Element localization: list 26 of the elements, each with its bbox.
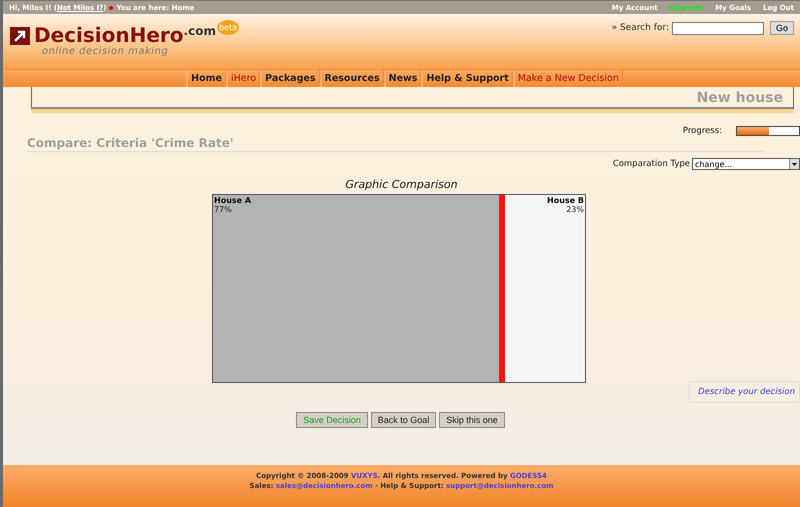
progress-bar — [736, 126, 800, 136]
comparison-type-label: Comparation Type — [612, 159, 690, 169]
logo-suffix: .com — [184, 24, 216, 38]
arrow-logo-icon — [10, 27, 30, 45]
page-title: New house — [696, 90, 784, 107]
describe-decision-link[interactable]: Describe your decision — [689, 381, 800, 403]
option-percent: 23% — [565, 205, 585, 214]
search-field[interactable] — [672, 22, 764, 34]
option-percent: 77% — [213, 205, 233, 214]
beta-badge: beta — [216, 20, 239, 35]
button[interactable]: Skip this one — [439, 412, 505, 428]
tagline: online decision making — [42, 46, 170, 57]
search-label: » Search for: — [612, 23, 669, 33]
logo-text: DecisionHero — [34, 24, 184, 46]
chart-title: Graphic Comparison — [344, 178, 459, 191]
section-heading: Compare: Criteria 'Crime Rate' — [27, 136, 764, 152]
save-button[interactable]: Save Decision — [296, 412, 368, 428]
caret-icon — [789, 159, 799, 169]
progress-label: Progress: — [682, 126, 722, 136]
divider-handle[interactable] — [499, 195, 506, 382]
comparison-type-dropdown[interactable]: change... — [692, 158, 800, 170]
option-name: House A — [213, 195, 252, 205]
button[interactable]: Back to Goal — [370, 412, 436, 428]
go-button[interactable]: Go — [770, 21, 794, 35]
option-name: House B — [546, 195, 585, 205]
bullet-icon — [109, 6, 114, 10]
